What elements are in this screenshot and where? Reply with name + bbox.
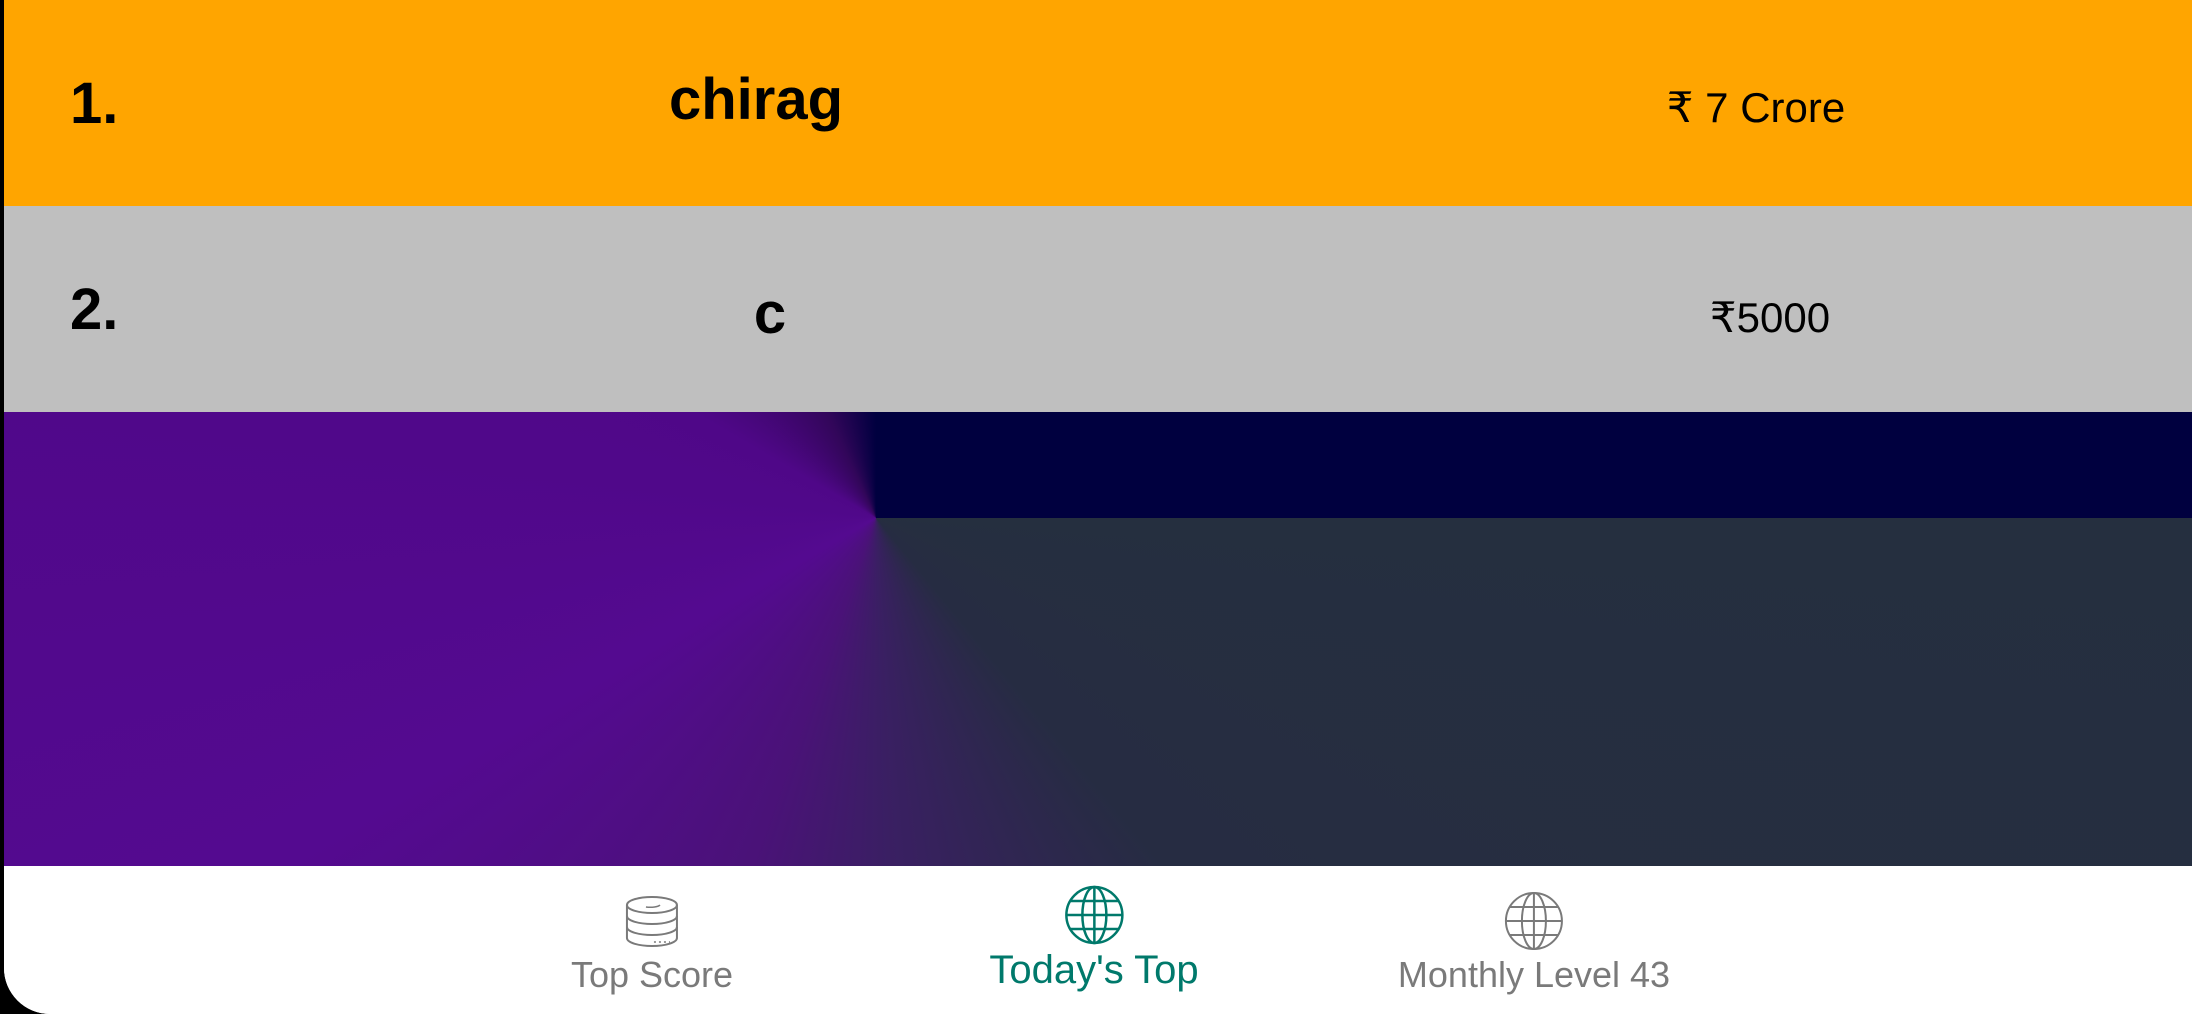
bottom-navigation: Top Score Today's Top Monthly Level 43 [4, 866, 2192, 1014]
prize-amount: ₹ 7 Crore [1666, 83, 1846, 131]
rank-number: 1. [70, 70, 119, 136]
tab-todays-top[interactable]: Today's Top [989, 866, 1199, 1014]
tab-monthly-level[interactable]: Monthly Level 43 [1398, 866, 1670, 1014]
tab-label: Today's Top [989, 948, 1199, 992]
tab-top-score[interactable]: Top Score [571, 866, 733, 1014]
tab-label: Top Score [570, 954, 734, 995]
player-name: chirag [668, 66, 844, 132]
coin-stack-icon [626, 896, 678, 947]
globe-icon [1064, 885, 1124, 945]
leaderboard-row[interactable]: 1. chirag ₹ 7 Crore [4, 0, 2192, 206]
player-name: c [753, 280, 787, 346]
app-screen: 1. chirag ₹ 7 Crore 2. c ₹5000 Top Score [4, 0, 2192, 1014]
tab-label: Monthly Level 43 [1397, 954, 1671, 995]
rank-number: 2. [70, 276, 119, 342]
leaderboard-row[interactable]: 2. c ₹5000 [4, 206, 2192, 412]
prize-amount: ₹5000 [1709, 293, 1831, 341]
sunburst-background [4, 412, 2192, 866]
globe-icon [1504, 892, 1563, 950]
